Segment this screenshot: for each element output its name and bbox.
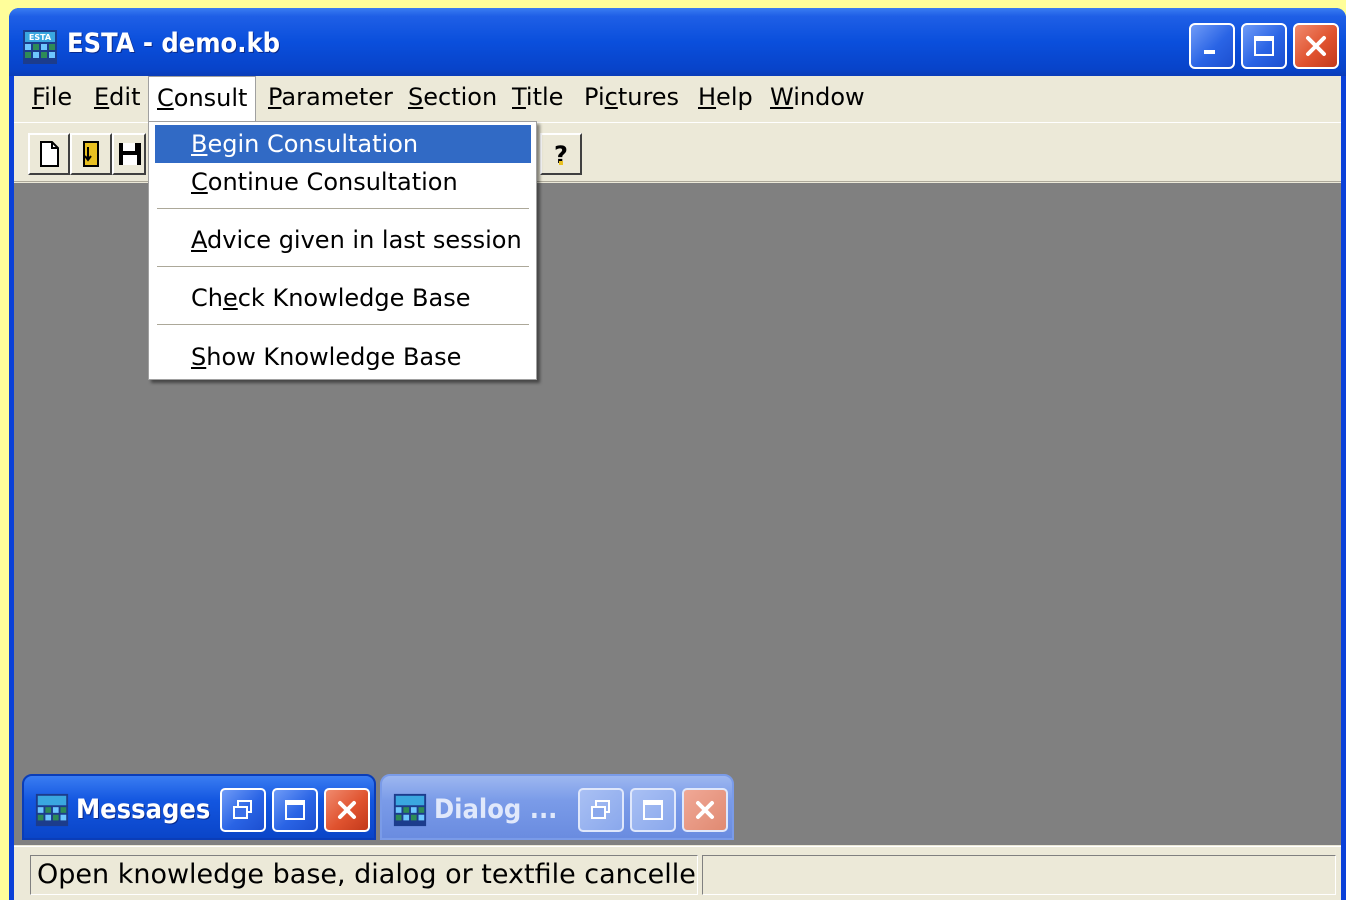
consult-dropdown-menu: Begin Consultation Continue Consultation… <box>148 121 537 380</box>
open-file-icon <box>83 141 99 167</box>
dialog-title: Dialog ... <box>434 794 558 825</box>
maximize-icon <box>643 800 663 820</box>
menu-item-begin-consultation[interactable]: Begin Consultation <box>155 125 531 163</box>
close-button[interactable] <box>1293 23 1339 69</box>
minimize-icon <box>1204 50 1215 54</box>
status-bar: Open knowledge base, dialog or textfile … <box>14 846 1341 900</box>
menu-edit[interactable]: Edit <box>86 76 148 121</box>
help-icon: ? <box>554 141 568 169</box>
menu-item-check-knowledge-base[interactable]: Check Knowledge Base <box>155 279 531 317</box>
help-button[interactable]: ? <box>540 133 582 175</box>
close-icon <box>1306 36 1326 56</box>
menu-parameter[interactable]: Parameter <box>260 76 401 121</box>
menu-item-advice-last-session[interactable]: Advice given in last session <box>155 221 531 259</box>
save-icon <box>119 143 141 165</box>
close-icon <box>696 801 714 819</box>
menu-bar: File Edit Consult Parameter Section Titl… <box>14 76 1341 122</box>
menu-section[interactable]: Section <box>400 76 505 121</box>
open-file-button[interactable] <box>70 133 112 175</box>
close-icon <box>338 801 356 819</box>
esta-app-icon <box>35 793 69 827</box>
maximize-icon <box>1254 36 1274 56</box>
title-bar[interactable]: ESTA ESTA - demo.kb <box>9 8 1346 76</box>
menu-item-continue-consultation[interactable]: Continue Consultation <box>155 163 531 201</box>
menu-pictures[interactable]: Pictures <box>576 76 687 121</box>
dialog-close-button[interactable] <box>682 788 728 832</box>
menu-window[interactable]: Window <box>762 76 873 121</box>
esta-app-icon[interactable]: ESTA <box>21 28 59 66</box>
new-file-button[interactable] <box>28 133 70 175</box>
status-secondary-pane <box>702 855 1336 895</box>
menu-file[interactable]: File <box>24 76 80 121</box>
dialog-window-minimized[interactable]: Dialog ... <box>380 774 734 840</box>
messages-maximize-button[interactable] <box>272 788 318 832</box>
messages-close-button[interactable] <box>324 788 370 832</box>
new-file-icon <box>40 141 59 167</box>
maximize-button[interactable] <box>1241 23 1287 69</box>
menu-title[interactable]: Title <box>504 76 571 121</box>
dialog-maximize-button[interactable] <box>630 788 676 832</box>
menu-help[interactable]: Help <box>690 76 761 121</box>
maximize-icon <box>285 800 305 820</box>
restore-icon <box>591 800 610 819</box>
menu-item-show-knowledge-base[interactable]: Show Knowledge Base <box>155 338 531 376</box>
minimize-button[interactable] <box>1189 23 1235 69</box>
menu-separator <box>157 208 529 210</box>
menu-consult[interactable]: Consult <box>148 76 257 122</box>
menu-separator <box>157 324 529 326</box>
dialog-restore-button[interactable] <box>578 788 624 832</box>
menu-separator <box>157 266 529 268</box>
esta-app-icon <box>393 793 427 827</box>
messages-restore-button[interactable] <box>220 788 266 832</box>
messages-title: Messages <box>76 794 211 825</box>
messages-window-minimized[interactable]: Messages <box>22 774 376 840</box>
window-title: ESTA - demo.kb <box>67 28 280 59</box>
save-button[interactable] <box>112 133 146 175</box>
status-message: Open knowledge base, dialog or textfile … <box>30 855 698 895</box>
svg-text:ESTA: ESTA <box>29 33 52 42</box>
restore-icon <box>233 800 252 819</box>
